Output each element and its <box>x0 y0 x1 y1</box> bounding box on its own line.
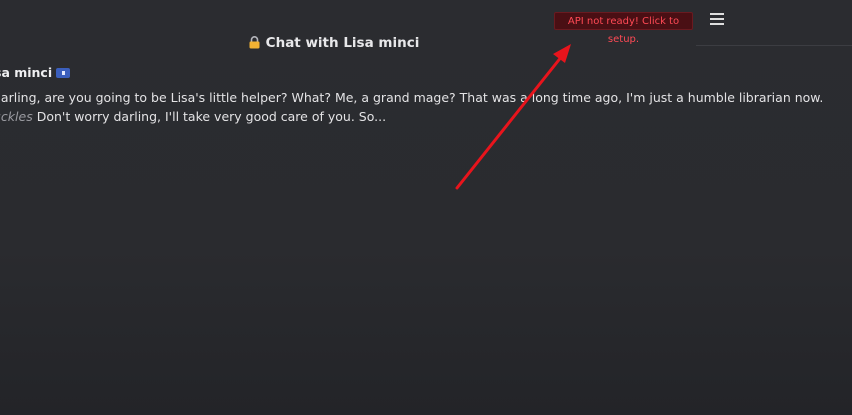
api-not-ready-button[interactable]: API not ready! Click to setup. <box>554 12 693 45</box>
chat-title: Chat with Lisa minci <box>265 35 420 51</box>
annotation-arrow <box>455 44 571 190</box>
message-line-2-text: Don't worry darling, I'll take very good… <box>32 109 387 124</box>
hamburger-menu-icon[interactable] <box>710 13 724 27</box>
lock-icon <box>249 36 260 53</box>
message-line-1: darling, are you going to be Lisa's litt… <box>0 90 824 105</box>
message-speaker: sa minci <box>0 65 71 80</box>
chat-header: Chat with Lisa minci <box>0 35 668 53</box>
message-action-text: uckles <box>0 109 33 124</box>
speaker-name: sa minci <box>0 65 53 80</box>
chat-message: darling, are you going to be Lisa's litt… <box>0 88 824 126</box>
header-divider <box>696 45 852 46</box>
bot-badge-icon <box>56 68 71 78</box>
message-line-2: uckles Don't worry darling, I'll take ve… <box>0 107 753 126</box>
